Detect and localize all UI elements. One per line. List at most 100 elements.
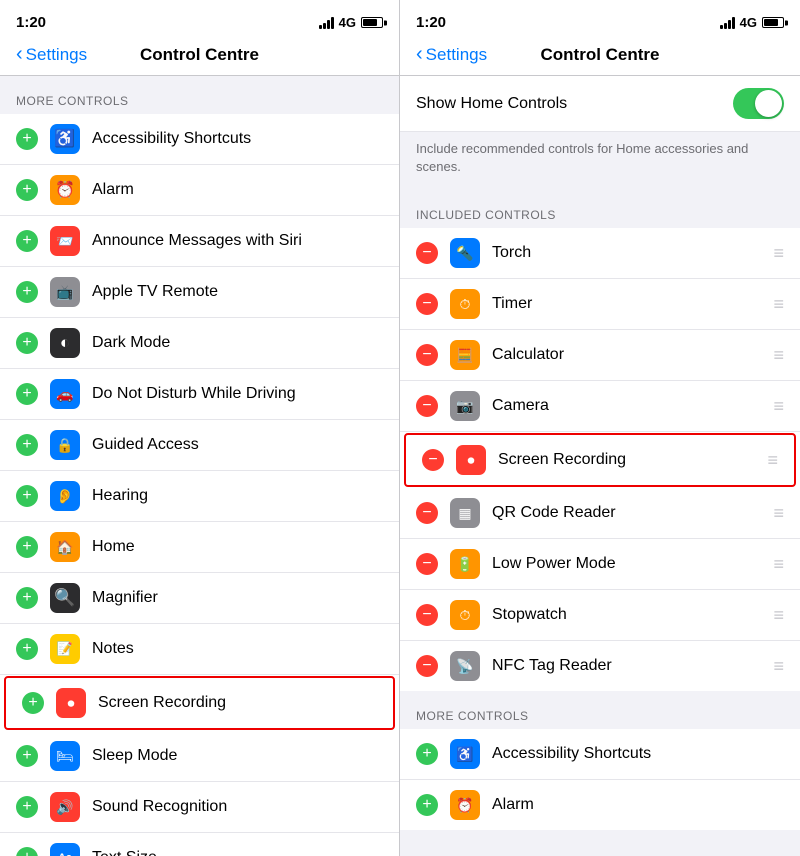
right-back-button[interactable]: ‹ Settings (416, 45, 496, 65)
right-accessibility-icon: ♿ (450, 739, 480, 769)
add-button-notes[interactable] (16, 638, 38, 660)
list-item: 🧮 Calculator ≡ (400, 330, 800, 381)
add-button-appletv[interactable] (16, 281, 38, 303)
home-label: Home (92, 538, 383, 556)
sound-recognition-icon: 🔊 (50, 792, 80, 822)
qr-reader-label: QR Code Reader (492, 504, 765, 522)
hearing-icon: 👂 (50, 481, 80, 511)
right-screen-recording-icon: ⏺ (456, 445, 486, 475)
show-home-controls-toggle[interactable] (733, 88, 784, 119)
add-button-right-accessibility[interactable] (416, 743, 438, 765)
remove-button-calculator[interactable] (416, 344, 438, 366)
add-button-dnd-driving[interactable] (16, 383, 38, 405)
nfc-tag-icon: 📡 (450, 651, 480, 681)
signal-bar-1 (720, 25, 723, 29)
drag-handle-calculator[interactable]: ≡ (773, 345, 784, 366)
remove-button-qr[interactable] (416, 502, 438, 524)
right-nav-title: Control Centre (496, 45, 704, 65)
remove-button-screen-recording[interactable] (422, 449, 444, 471)
right-included-section-header: INCLUDED CONTROLS (400, 190, 800, 228)
add-button-right-alarm[interactable] (416, 794, 438, 816)
drag-handle-screen-recording[interactable]: ≡ (767, 450, 778, 471)
right-more-list-group: ♿ Accessibility Shortcuts ⏰ Alarm (400, 729, 800, 830)
signal-bars-icon (319, 17, 334, 29)
add-button-sleep-mode[interactable] (16, 745, 38, 767)
left-list-container: MORE CONTROLS ♿ Accessibility Shortcuts … (0, 76, 399, 856)
right-list-container: INCLUDED CONTROLS 🔦 Torch ≡ ⏱ Timer ≡ 🧮 … (400, 190, 800, 856)
add-button-screen-recording[interactable] (22, 692, 44, 714)
right-network: 4G (740, 15, 757, 30)
sleep-mode-label: Sleep Mode (92, 747, 383, 765)
list-item: 🔊 Sound Recognition (0, 782, 399, 833)
calculator-label: Calculator (492, 346, 765, 364)
add-button-accessibility[interactable] (16, 128, 38, 150)
left-back-label: Settings (26, 45, 87, 65)
drag-handle-torch[interactable]: ≡ (773, 243, 784, 264)
right-included-list-group: 🔦 Torch ≡ ⏱ Timer ≡ 🧮 Calculator ≡ (400, 228, 800, 691)
remove-button-camera[interactable] (416, 395, 438, 417)
remove-button-torch[interactable] (416, 242, 438, 264)
left-back-button[interactable]: ‹ Settings (16, 45, 96, 65)
guided-access-label: Guided Access (92, 436, 383, 454)
qr-reader-icon: ▦ (450, 498, 480, 528)
drag-handle-timer[interactable]: ≡ (773, 294, 784, 315)
remove-button-nfc[interactable] (416, 655, 438, 677)
timer-label: Timer (492, 295, 765, 313)
left-list-group: ♿ Accessibility Shortcuts ⏰ Alarm 📨 Anno… (0, 114, 399, 856)
list-item: ⏱ Stopwatch ≡ (400, 590, 800, 641)
announce-messages-icon: 📨 (50, 226, 80, 256)
right-status-right: 4G (720, 15, 784, 30)
list-item: 🔦 Torch ≡ (400, 228, 800, 279)
right-back-label: Settings (426, 45, 487, 65)
text-size-icon: Aa (50, 843, 80, 856)
drag-handle-stopwatch[interactable]: ≡ (773, 605, 784, 626)
add-button-sound-recognition[interactable] (16, 796, 38, 818)
list-item: 📺 Apple TV Remote (0, 267, 399, 318)
signal-bar-4 (732, 17, 735, 29)
left-section-header: MORE CONTROLS (0, 76, 399, 114)
list-item: ♿ Accessibility Shortcuts (400, 729, 800, 780)
drag-handle-camera[interactable]: ≡ (773, 396, 784, 417)
signal-bar-2 (323, 23, 326, 29)
camera-label: Camera (492, 397, 765, 415)
remove-button-stopwatch[interactable] (416, 604, 438, 626)
drag-handle-qr[interactable]: ≡ (773, 503, 784, 524)
list-item: 🔒 Guided Access (0, 420, 399, 471)
low-power-label: Low Power Mode (492, 555, 765, 573)
magnifier-icon: 🔍 (50, 583, 80, 613)
list-item: 📷 Camera ≡ (400, 381, 800, 432)
calculator-icon: 🧮 (450, 340, 480, 370)
screen-recording-label: Screen Recording (98, 694, 377, 712)
list-item: 📡 NFC Tag Reader ≡ (400, 641, 800, 691)
list-item: 👂 Hearing (0, 471, 399, 522)
left-nav-title: Control Centre (96, 45, 303, 65)
left-status-bar: 1:20 4G (0, 0, 399, 37)
right-status-bar: 1:20 4G (400, 0, 800, 37)
add-button-announce[interactable] (16, 230, 38, 252)
drag-handle-nfc[interactable]: ≡ (773, 656, 784, 677)
list-item: 🛏 Sleep Mode (0, 731, 399, 782)
announce-messages-label: Announce Messages with Siri (92, 232, 383, 250)
remove-button-timer[interactable] (416, 293, 438, 315)
list-item: ⏱ Timer ≡ (400, 279, 800, 330)
add-button-text-size[interactable] (16, 847, 38, 856)
add-button-hearing[interactable] (16, 485, 38, 507)
remove-button-low-power[interactable] (416, 553, 438, 575)
right-screen-recording-label: Screen Recording (498, 451, 759, 469)
add-button-magnifier[interactable] (16, 587, 38, 609)
add-button-home[interactable] (16, 536, 38, 558)
battery-fill (363, 19, 377, 26)
list-item: ▦ QR Code Reader ≡ (400, 488, 800, 539)
guided-access-icon: 🔒 (50, 430, 80, 460)
add-button-darkmode[interactable] (16, 332, 38, 354)
left-network: 4G (339, 15, 356, 30)
drag-handle-low-power[interactable]: ≡ (773, 554, 784, 575)
add-button-guided-access[interactable] (16, 434, 38, 456)
screen-recording-icon: ⏺ (56, 688, 86, 718)
dark-mode-icon: ◐ (50, 328, 80, 358)
list-item: 🏠 Home (0, 522, 399, 573)
torch-label: Torch (492, 244, 765, 262)
add-button-alarm[interactable] (16, 179, 38, 201)
stopwatch-label: Stopwatch (492, 606, 765, 624)
signal-bar-2 (724, 23, 727, 29)
